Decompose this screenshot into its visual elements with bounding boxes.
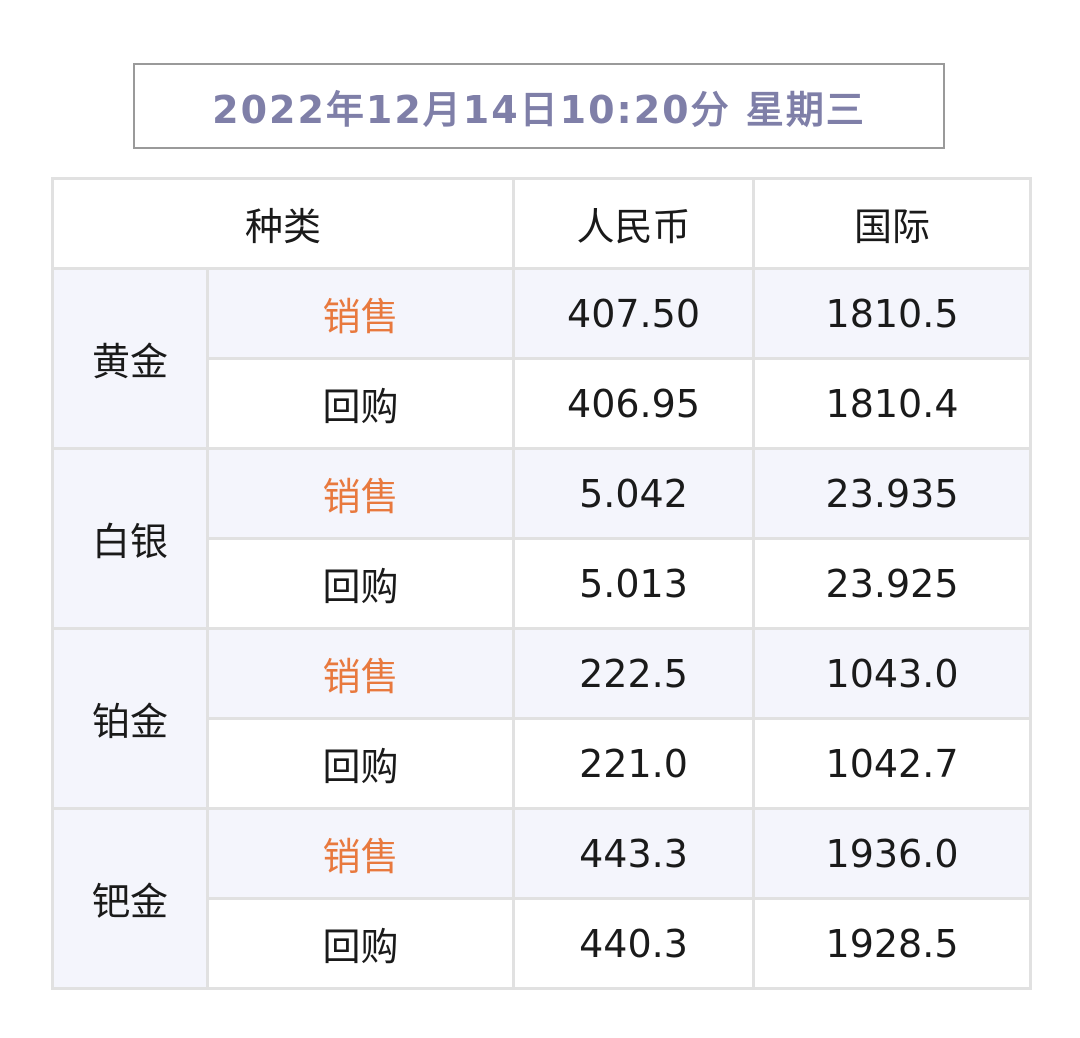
- buy-label: 回购: [205, 357, 516, 450]
- header-category: 种类: [50, 177, 516, 270]
- sale-label: 销售: [205, 807, 516, 900]
- intl-price: 1928.5: [752, 897, 1033, 990]
- rmb-price: 443.3: [512, 807, 756, 900]
- intl-price: 1043.0: [752, 627, 1033, 720]
- buy-label: 回购: [205, 537, 516, 630]
- rmb-price: 222.5: [512, 627, 756, 720]
- rmb-price: 221.0: [512, 717, 756, 810]
- rmb-price: 406.95: [512, 357, 756, 450]
- table-row: 白银 销售 5.042 23.935: [51, 447, 1033, 630]
- table-row: 钯金 销售 443.3 1936.0: [51, 807, 1033, 990]
- rmb-price: 407.50: [512, 267, 756, 360]
- intl-price: 1810.5: [752, 267, 1033, 360]
- sale-label: 销售: [205, 627, 516, 720]
- table-row: 黄金 销售 407.50 1810.5: [51, 267, 1033, 450]
- rmb-price: 440.3: [512, 897, 756, 990]
- metal-name: 铂金: [51, 627, 209, 810]
- rmb-price: 5.042: [512, 447, 756, 540]
- metal-name: 白银: [51, 447, 209, 630]
- buy-label: 回购: [205, 717, 516, 810]
- rmb-price: 5.013: [512, 537, 756, 630]
- table-row: 铂金 销售 222.5 1043.0: [51, 627, 1033, 810]
- sale-label: 销售: [205, 267, 516, 360]
- header-row: 种类 人民币 国际: [50, 177, 1033, 270]
- header-intl: 国际: [752, 177, 1033, 270]
- price-table: 种类 人民币 国际 黄金 销售 407.50 1810.5 回购 406.95 …: [50, 177, 1033, 990]
- metal-name: 钯金: [51, 807, 209, 990]
- intl-price: 23.925: [752, 537, 1033, 630]
- buy-label: 回购: [205, 897, 516, 990]
- header-rmb: 人民币: [512, 177, 756, 270]
- metal-name: 黄金: [51, 267, 209, 450]
- date-header: 2022年12月14日10:20分 星期三: [133, 63, 945, 149]
- intl-price: 1936.0: [752, 807, 1033, 900]
- intl-price: 1042.7: [752, 717, 1033, 810]
- intl-price: 23.935: [752, 447, 1033, 540]
- sale-label: 销售: [205, 447, 516, 540]
- intl-price: 1810.4: [752, 357, 1033, 450]
